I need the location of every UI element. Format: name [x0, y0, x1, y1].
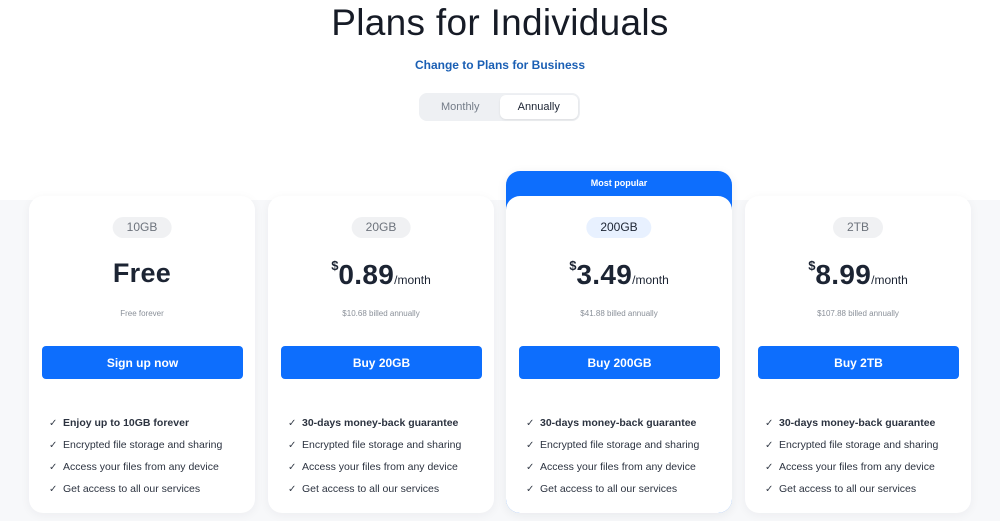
check-icon: ✓ — [765, 461, 774, 473]
plan-price: $0.89/month — [268, 258, 494, 291]
feature-list: ✓ 30-days money-back guarantee ✓ Encrypted… — [288, 412, 486, 500]
price-amount: 8.99 — [815, 259, 872, 290]
buy-20gb-button[interactable]: Buy 20GB — [281, 346, 482, 379]
plan-card-2tb: 2TB $8.99/month $107.88 billed annually … — [745, 196, 971, 513]
business-plans-link[interactable]: Change to Plans for Business — [0, 58, 1000, 72]
plan-card-20gb: 20GB $0.89/month $10.68 billed annually … — [268, 196, 494, 513]
check-icon: ✓ — [526, 461, 535, 473]
price-period: /month — [394, 273, 431, 287]
price-note: $41.88 billed annually — [580, 309, 658, 318]
check-icon: ✓ — [765, 439, 774, 451]
feature-item: ✓ Get access to all our services — [526, 483, 678, 495]
plan-card-10gb: 10GB Free Free forever Sign up now ✓ Enjo… — [29, 196, 255, 513]
toggle-annually[interactable]: Annually — [499, 95, 578, 119]
storage-badge: 200GB — [586, 217, 652, 238]
price-note: $107.88 billed annually — [817, 309, 899, 318]
feature-item: ✓ Get access to all our services — [49, 483, 201, 495]
feature-item: ✓ Access your files from any device — [288, 461, 458, 473]
check-icon: ✓ — [288, 483, 297, 495]
check-icon: ✓ — [49, 417, 58, 429]
storage-badge: 10GB — [112, 217, 172, 238]
price-period: /month — [871, 273, 908, 287]
plan-card-inner: 200GB $3.49/month $41.88 billed annually… — [506, 196, 732, 513]
check-icon: ✓ — [288, 439, 297, 451]
buy-2tb-button[interactable]: Buy 2TB — [758, 346, 959, 379]
feature-item: ✓ Encrypted file storage and sharing — [765, 439, 939, 451]
plan-price: $3.49/month — [506, 258, 732, 291]
feature-item: ✓ 30-days money-back guarantee — [526, 417, 697, 429]
buy-200gb-button[interactable]: Buy 200GB — [519, 346, 720, 379]
check-icon: ✓ — [765, 483, 774, 495]
feature-item: ✓ Access your files from any device — [526, 461, 696, 473]
price-amount: Free — [112, 258, 172, 288]
feature-list: ✓ Enjoy up to 10GB forever ✓ Encrypted fil… — [49, 412, 247, 500]
price-note: $10.68 billed annually — [342, 309, 420, 318]
price-note: Free forever — [120, 309, 164, 318]
pricing-page: Plans for Individuals Change to Plans fo… — [0, 0, 1000, 521]
plan-price: Free — [29, 258, 255, 289]
feature-item: ✓ Encrypted file storage and sharing — [49, 439, 223, 451]
price-period: /month — [632, 273, 669, 287]
check-icon: ✓ — [49, 483, 58, 495]
plan-card-200gb: Most popular 200GB $3.49/month $41.88 bi… — [506, 171, 732, 513]
toggle-monthly[interactable]: Monthly — [421, 95, 500, 119]
check-icon: ✓ — [765, 417, 774, 429]
check-icon: ✓ — [526, 439, 535, 451]
most-popular-badge: Most popular — [590, 178, 648, 188]
feature-item: ✓ Encrypted file storage and sharing — [288, 439, 462, 451]
feature-list: ✓ 30-days money-back guarantee ✓ Encrypted… — [526, 412, 724, 500]
check-icon: ✓ — [526, 483, 535, 495]
check-icon: ✓ — [288, 417, 297, 429]
feature-item: ✓ Access your files from any device — [49, 461, 219, 473]
storage-badge: 20GB — [351, 217, 411, 238]
check-icon: ✓ — [49, 461, 58, 473]
plan-price: $8.99/month — [745, 258, 971, 291]
check-icon: ✓ — [288, 461, 297, 473]
feature-item: ✓ Enjoy up to 10GB forever — [49, 417, 190, 429]
price-amount: 0.89 — [338, 259, 395, 290]
feature-item: ✓ Get access to all our services — [765, 483, 917, 495]
check-icon: ✓ — [526, 417, 535, 429]
page-title: Plans for Individuals — [331, 2, 669, 43]
feature-item: ✓ Encrypted file storage and sharing — [526, 439, 700, 451]
feature-item: ✓ Get access to all our services — [288, 483, 440, 495]
feature-item: ✓ 30-days money-back guarantee — [765, 417, 936, 429]
billing-period-toggle: Monthly Annually — [419, 93, 580, 121]
sign-up-button[interactable]: Sign up now — [42, 346, 243, 379]
feature-item: ✓ Access your files from any device — [765, 461, 935, 473]
price-amount: 3.49 — [576, 259, 633, 290]
storage-badge: 2TB — [832, 217, 884, 238]
check-icon: ✓ — [49, 439, 58, 451]
feature-list: ✓ 30-days money-back guarantee ✓ Encrypted… — [765, 412, 963, 500]
feature-item: ✓ 30-days money-back guarantee — [288, 417, 459, 429]
